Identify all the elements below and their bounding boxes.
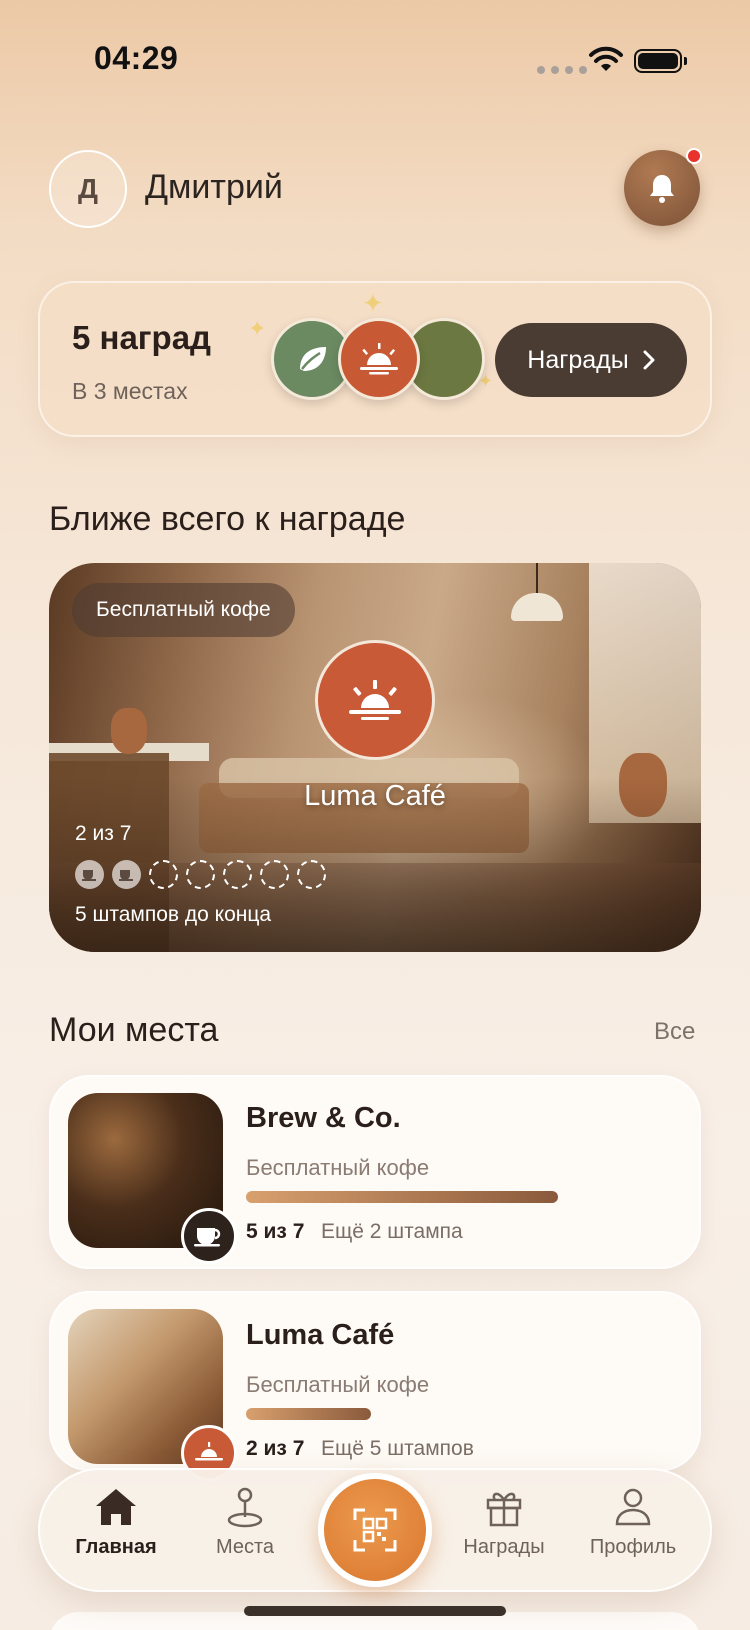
reward-pill: Бесплатный кофе xyxy=(72,583,295,637)
stamp-empty xyxy=(149,860,178,889)
place-badge xyxy=(181,1208,237,1264)
signal-icon xyxy=(537,66,587,74)
place-reward: Бесплатный кофе xyxy=(246,1155,430,1180)
battery-tip xyxy=(684,57,687,65)
stamp-filled xyxy=(75,860,104,889)
place-name: Brew & Co. xyxy=(246,1102,401,1134)
rewards-button-label: Награды xyxy=(527,345,629,374)
avatar-initial: Д xyxy=(78,173,98,204)
leaf-icon xyxy=(300,347,326,371)
notification-dot xyxy=(686,148,702,164)
place-progress-bar xyxy=(246,1191,558,1203)
status-time: 04:29 xyxy=(94,40,179,76)
tab-home-label: Главная xyxy=(75,1536,157,1558)
see-all-link[interactable]: Все xyxy=(654,1018,695,1046)
place-progress-bar xyxy=(246,1408,371,1420)
person-icon xyxy=(615,1488,651,1526)
user-name: Дмитрий xyxy=(145,168,283,206)
map-pin-icon xyxy=(227,1487,263,1528)
place-remaining: Ещё 2 штампа xyxy=(321,1220,463,1243)
tab-places[interactable]: Места xyxy=(185,1486,305,1559)
stamp-row xyxy=(75,860,326,889)
rewards-places: В 3 местах xyxy=(72,378,188,404)
sunrise-icon xyxy=(360,343,398,375)
hero-cafe-name: Luma Café xyxy=(304,780,446,812)
place-remaining: Ещё 5 штампов xyxy=(321,1437,474,1460)
tab-profile-label: Профиль xyxy=(589,1536,677,1558)
stamp-empty xyxy=(260,860,289,889)
wifi-icon xyxy=(589,46,623,71)
sunrise-icon xyxy=(349,680,401,720)
my-places-title: Мои места xyxy=(49,1011,219,1049)
scan-qr-button[interactable] xyxy=(318,1473,432,1587)
tab-places-label: Места xyxy=(215,1536,275,1558)
tab-home[interactable]: Главная xyxy=(56,1486,176,1559)
tab-rewards[interactable]: Награды xyxy=(444,1486,564,1559)
home-indicator xyxy=(244,1606,506,1616)
luma-cafe-logo xyxy=(315,640,435,760)
reward-badge-sunrise xyxy=(338,318,420,400)
closest-section-title: Ближе всего к награде xyxy=(49,500,406,538)
stamp-empty xyxy=(186,860,215,889)
avatar[interactable]: Д xyxy=(49,150,127,228)
place-count: 2 из 7 xyxy=(246,1437,305,1460)
tab-profile[interactable]: Профиль xyxy=(573,1486,693,1559)
battery-icon xyxy=(634,49,682,73)
stamp-empty xyxy=(297,860,326,889)
hero-remaining-text: 5 штампов до конца xyxy=(75,903,272,926)
coffee-cup-icon xyxy=(81,869,96,881)
rewards-button[interactable]: Награды xyxy=(495,323,687,397)
chevron-right-icon xyxy=(643,350,655,370)
coffee-cup-icon xyxy=(118,869,133,881)
sparkle-icon: ✦ xyxy=(248,316,267,341)
coffee-cup-icon xyxy=(194,1228,221,1247)
tab-rewards-label: Награды xyxy=(463,1536,545,1558)
sparkle-icon: ✦ xyxy=(362,288,384,318)
bell-icon xyxy=(650,175,674,203)
qr-scan-icon xyxy=(353,1508,397,1552)
place-count: 5 из 7 xyxy=(246,1220,305,1243)
place-reward: Бесплатный кофе xyxy=(246,1372,430,1397)
stamp-empty xyxy=(223,860,252,889)
rewards-count: 5 наград xyxy=(72,319,212,356)
gift-icon xyxy=(486,1492,522,1527)
hero-progress-text: 2 из 7 xyxy=(75,822,132,845)
stamp-filled xyxy=(112,860,141,889)
place-name: Luma Café xyxy=(246,1319,395,1351)
home-icon xyxy=(96,1489,136,1525)
sunrise-icon xyxy=(195,1442,223,1461)
